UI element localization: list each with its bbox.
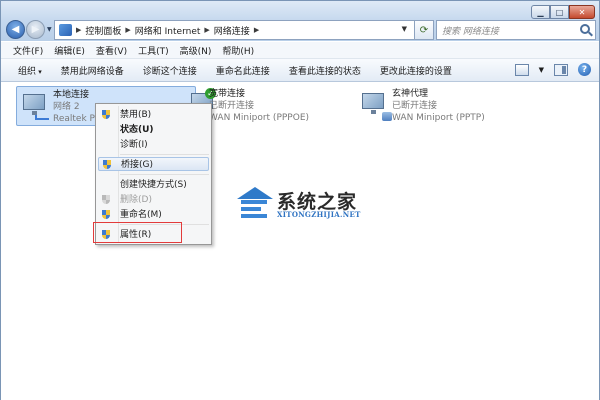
menu-item-label: 禁用(B)	[120, 110, 152, 120]
title-bar: ▁ □ ✕ ◀ ▶ ▼ ▶ 控制面板 ▶ 网络和 Internet ▶ 网络连接…	[1, 1, 599, 41]
connection-name: 玄神代理	[392, 89, 429, 99]
search-icon[interactable]	[580, 24, 590, 34]
menu-file[interactable]: 文件(F)	[13, 44, 43, 57]
connection-name: 本地连接	[53, 90, 90, 100]
maximize-button[interactable]: □	[550, 5, 569, 19]
menu-separator	[120, 154, 209, 155]
menu-edit[interactable]: 编辑(E)	[54, 44, 85, 57]
menu-advanced[interactable]: 高级(N)	[180, 44, 212, 57]
disable-device-button[interactable]: 禁用此网络设备	[61, 64, 124, 77]
breadcrumb-chevron-icon[interactable]: ▶	[254, 26, 259, 34]
address-dropdown-icon[interactable]: ▼	[402, 25, 407, 33]
menu-item-label: 状态(U)	[120, 125, 154, 135]
lan-adapter-icon	[21, 91, 51, 121]
uac-shield-icon	[102, 110, 111, 120]
menu-item-bridge[interactable]: 桥接(G)	[98, 157, 209, 171]
back-arrow-icon[interactable]: ◀	[6, 20, 25, 39]
explorer-window: ▁ □ ✕ ◀ ▶ ▼ ▶ 控制面板 ▶ 网络和 Internet ▶ 网络连接…	[0, 0, 600, 400]
uac-shield-icon	[102, 195, 111, 205]
connection-status: 已断开连接	[392, 101, 438, 111]
watermark: 系统之家 XITONGZHIJIA.NET	[235, 187, 370, 221]
breadcrumb-chevron-icon[interactable]: ▶	[204, 26, 209, 34]
view-dropdown-icon[interactable]: ▼	[539, 66, 544, 74]
menu-tools[interactable]: 工具(T)	[138, 44, 169, 57]
breadcrumb-chevron-icon[interactable]: ▶	[125, 26, 130, 34]
address-bar[interactable]: ▶ 控制面板 ▶ 网络和 Internet ▶ 网络连接 ▶ ▼	[54, 20, 422, 40]
view-controls: ▼ ?	[514, 63, 591, 76]
menu-item-label: 删除(D)	[120, 195, 152, 205]
menu-item-delete: 删除(D)	[98, 193, 209, 207]
preview-pane-icon[interactable]	[554, 63, 568, 76]
view-status-button[interactable]: 查看此连接的状态	[289, 64, 361, 77]
connections-list: 本地连接 网络 2 Realtek PC ✓ 宽带连接 已断开连接 WAN Mi…	[1, 83, 599, 400]
connection-name: 宽带连接	[209, 89, 246, 99]
command-bar: 组织 禁用此网络设备 诊断这个连接 重命名此连接 查看此连接的状态 更改此连接的…	[1, 59, 599, 82]
uac-shield-icon	[102, 210, 111, 220]
menu-separator	[120, 174, 209, 175]
menu-item-label: 诊断(I)	[120, 140, 148, 150]
forward-arrow-icon[interactable]: ▶	[26, 20, 45, 39]
connection-device: WAN Miniport (PPTP)	[392, 113, 485, 123]
menu-item-label: 桥接(G)	[121, 160, 153, 170]
organize-button[interactable]: 组织	[18, 64, 42, 77]
refresh-icon[interactable]: ⟳	[414, 20, 434, 40]
minimize-button[interactable]: ▁	[531, 5, 550, 19]
connection-device: WAN Miniport (PPPOE)	[209, 113, 310, 123]
recent-pages-dropdown-icon[interactable]: ▼	[47, 26, 52, 33]
connection-status: 已断开连接	[209, 101, 255, 111]
rename-connection-button[interactable]: 重命名此连接	[216, 64, 270, 77]
menu-item-rename[interactable]: 重命名(M)	[98, 208, 209, 222]
menu-view[interactable]: 查看(V)	[96, 44, 127, 57]
breadcrumb-item[interactable]: 控制面板	[85, 24, 121, 37]
menu-help[interactable]: 帮助(H)	[222, 44, 254, 57]
menu-item-status[interactable]: 状态(U)	[98, 123, 209, 137]
uac-shield-icon	[103, 160, 112, 170]
menu-item-label: 创建快捷方式(S)	[120, 180, 187, 190]
close-button[interactable]: ✕	[569, 5, 595, 19]
menu-item-diagnose[interactable]: 诊断(I)	[98, 138, 209, 152]
diagnose-connection-button[interactable]: 诊断这个连接	[143, 64, 197, 77]
connection-item-vpn[interactable]: 玄神代理 已断开连接 WAN Miniport (PPTP)	[356, 86, 536, 126]
search-placeholder: 搜索 网络连接	[442, 26, 499, 37]
menu-item-disable[interactable]: 禁用(B)	[98, 108, 209, 122]
connection-item-broadband[interactable]: ✓ 宽带连接 已断开连接 WAN Miniport (PPPOE)	[185, 86, 365, 126]
change-view-icon[interactable]	[514, 63, 529, 76]
house-logo-icon	[235, 187, 273, 219]
breadcrumb-chevron-icon[interactable]: ▶	[76, 26, 81, 34]
change-settings-button[interactable]: 更改此连接的设置	[380, 64, 452, 77]
menu-bar: 文件(F) 编辑(E) 查看(V) 工具(T) 高级(N) 帮助(H)	[1, 42, 599, 59]
control-panel-icon	[59, 24, 72, 36]
properties-highlight-box	[93, 222, 182, 243]
vpn-icon	[360, 90, 392, 121]
search-input[interactable]: 搜索 网络连接	[436, 20, 596, 40]
menu-item-label: 重命名(M)	[120, 210, 162, 220]
breadcrumb-item[interactable]: 网络连接	[214, 24, 250, 37]
watermark-subtitle: XITONGZHIJIA.NET	[277, 210, 361, 219]
menu-item-create-shortcut[interactable]: 创建快捷方式(S)	[98, 178, 209, 192]
help-icon[interactable]: ?	[578, 63, 591, 76]
breadcrumb-item[interactable]: 网络和 Internet	[135, 24, 201, 37]
